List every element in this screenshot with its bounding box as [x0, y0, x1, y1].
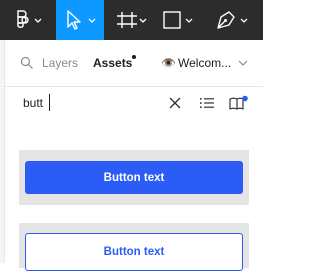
- asset-search-bar: [5, 87, 263, 127]
- text-caret: [49, 94, 50, 111]
- shape-tool-button[interactable]: [160, 0, 204, 40]
- rectangle-icon: [163, 11, 193, 29]
- top-toolbar: [0, 0, 263, 40]
- asset-search-input[interactable]: butt: [23, 96, 43, 110]
- chevron-down-icon[interactable]: [238, 59, 248, 67]
- frame-hash-icon: [117, 12, 147, 28]
- component-card-primary-button[interactable]: Button text: [19, 150, 249, 205]
- figma-logo-icon: [17, 10, 42, 28]
- move-tool-button[interactable]: [56, 0, 104, 40]
- file-emoji: 👁️: [161, 56, 176, 70]
- primary-button-preview: Button text: [25, 161, 243, 194]
- pen-nib-icon: [217, 11, 248, 29]
- assets-panel: Layers Assets 👁️ Welcom... butt Button t…: [5, 40, 263, 271]
- secondary-button-preview: Button text: [25, 233, 243, 271]
- team-library-icon[interactable]: [228, 95, 248, 111]
- frame-tool-button[interactable]: [112, 0, 154, 40]
- component-card-secondary-button[interactable]: Button text: [19, 223, 249, 271]
- file-name-label[interactable]: Welcom...: [178, 56, 231, 70]
- main-menu-button[interactable]: [10, 0, 48, 40]
- tab-assets[interactable]: Assets: [93, 56, 132, 70]
- tab-layers[interactable]: Layers: [42, 56, 78, 70]
- panel-tabs: Layers Assets 👁️ Welcom...: [5, 40, 263, 86]
- clear-search-icon[interactable]: [169, 97, 181, 109]
- search-icon[interactable]: [20, 56, 34, 70]
- assets-update-dot: [132, 55, 136, 59]
- cursor-arrow-icon: [67, 10, 96, 30]
- pen-tool-button[interactable]: [210, 0, 258, 40]
- list-view-icon[interactable]: [200, 97, 214, 109]
